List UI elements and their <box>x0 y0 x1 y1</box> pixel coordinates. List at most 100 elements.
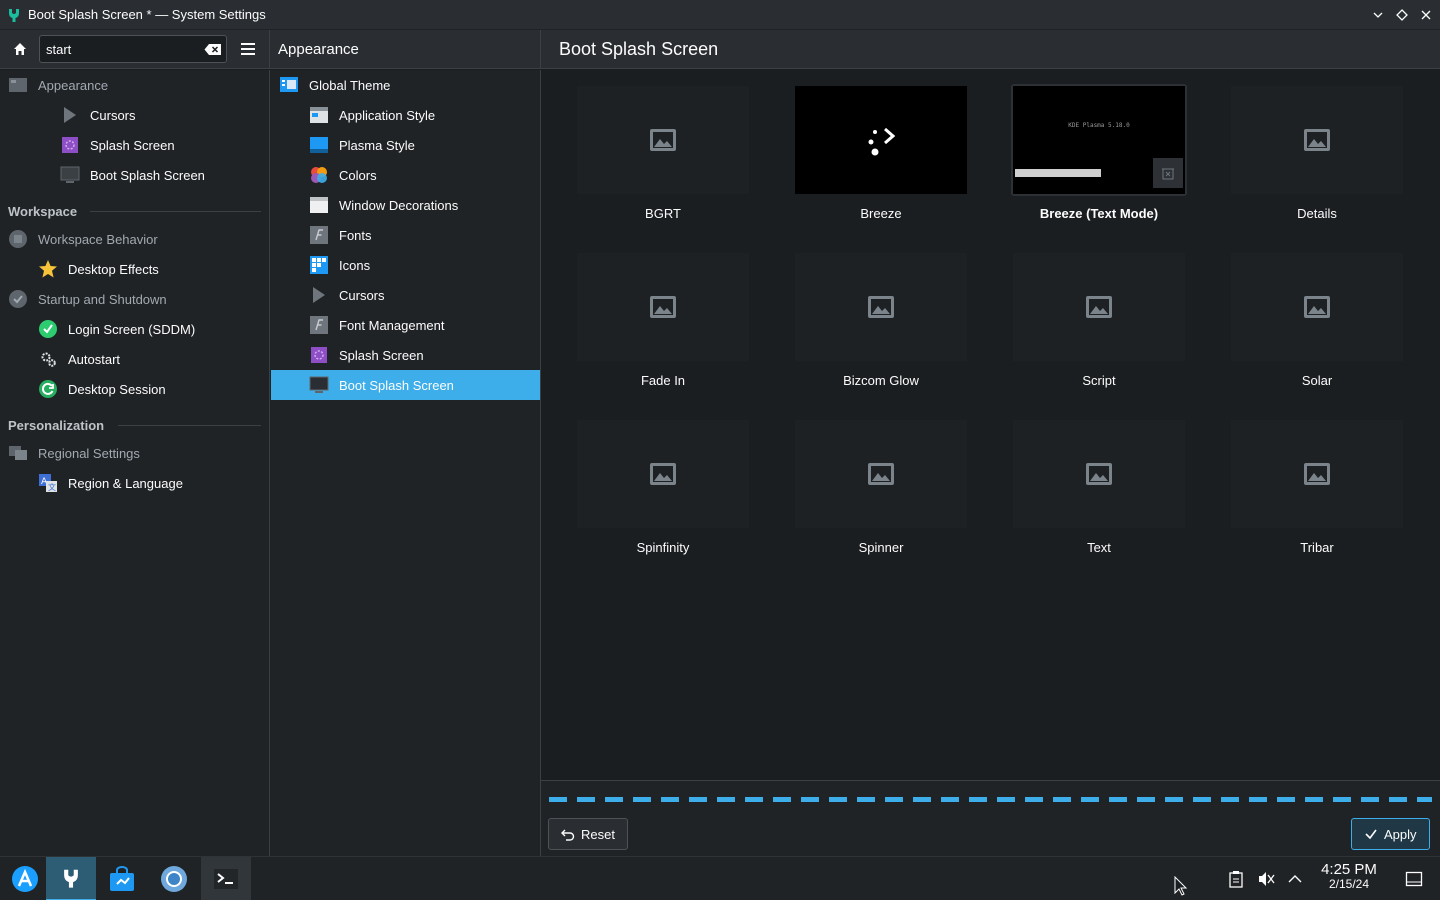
clock-date: 2/15/24 <box>1328 877 1370 891</box>
category-list: Global Theme Application Style Plasma St… <box>270 70 541 856</box>
list-item-label: Fonts <box>339 227 372 243</box>
page-title: Boot Splash Screen <box>559 38 719 59</box>
page-header: Boot Splash Screen <box>541 30 1440 69</box>
theme-tile-bgrt[interactable]: BGRT <box>575 74 751 234</box>
theme-preview <box>1231 86 1403 194</box>
theme-preview <box>795 420 967 528</box>
hamburger-menu-button[interactable] <box>235 36 261 62</box>
startup-shutdown-icon <box>8 289 28 309</box>
list-item-boot-splash-screen[interactable]: Boot Splash Screen <box>271 370 540 400</box>
svg-text:文: 文 <box>48 482 56 492</box>
image-placeholder-icon <box>650 463 676 485</box>
search-field[interactable] <box>39 35 227 63</box>
cursor-icon <box>309 285 329 305</box>
list-item-window-decorations[interactable]: Window Decorations <box>271 190 540 220</box>
list-item-application-style[interactable]: Application Style <box>271 100 540 130</box>
font-icon <box>309 225 329 245</box>
appearance-icon <box>8 75 28 95</box>
theme-tile-spinner[interactable]: Spinner <box>793 408 969 568</box>
sidebar-header <box>0 30 270 69</box>
cursor-icon <box>60 105 80 125</box>
minimize-button[interactable] <box>1370 7 1386 23</box>
sidebar-item-login-screen[interactable]: Login Screen (SDDM) <box>38 314 195 344</box>
volume-muted-icon <box>1259 872 1275 886</box>
list-item-cursors[interactable]: Cursors <box>271 280 540 310</box>
theme-preview <box>1231 253 1403 361</box>
sidebar-item-region-language[interactable]: A文 Region & Language <box>38 468 183 498</box>
theme-tile-details[interactable]: Details <box>1229 74 1405 234</box>
sidebar-item-startup-shutdown[interactable]: Startup and Shutdown <box>8 284 167 314</box>
hamburger-menu-icon <box>241 43 255 55</box>
sidebar-item-cursors[interactable]: Cursors <box>60 100 136 130</box>
search-input[interactable] <box>46 41 196 57</box>
show-hidden-icons-button[interactable] <box>1285 869 1305 889</box>
home-button[interactable] <box>7 36 33 62</box>
theme-tile-script[interactable]: Script <box>1011 241 1187 401</box>
language-icon: A文 <box>38 473 58 493</box>
task-discover[interactable] <box>97 857 147 900</box>
theme-tile-breeze[interactable]: Breeze <box>793 74 969 234</box>
digital-clock[interactable]: 4:25 PM 2/15/24 <box>1312 861 1386 890</box>
image-placeholder-icon <box>1086 296 1112 318</box>
theme-grid: BGRT Breeze KDE Plasma 5.18.0 Breeze (Te… <box>541 70 1440 780</box>
show-desktop-button[interactable] <box>1404 869 1424 889</box>
browser-icon <box>161 866 187 892</box>
taskbar: 4:25 PM 2/15/24 <box>0 856 1440 900</box>
task-chromium[interactable] <box>149 857 199 900</box>
sidebar-item-desktop-effects[interactable]: Desktop Effects <box>38 254 159 284</box>
plasma-style-icon <box>309 135 329 155</box>
theme-preview <box>795 86 967 194</box>
close-button[interactable] <box>1418 7 1434 23</box>
theme-tile-tribar[interactable]: Tribar <box>1229 408 1405 568</box>
login-screen-icon <box>38 319 58 339</box>
gears-icon <box>38 349 58 369</box>
list-item-splash-screen[interactable]: Splash Screen <box>271 340 540 370</box>
undo-icon <box>561 827 575 841</box>
section-divider <box>118 425 261 426</box>
theme-label: Spinfinity <box>636 540 690 555</box>
sidebar-item-splash-screen[interactable]: Splash Screen <box>60 130 175 160</box>
task-system-settings[interactable] <box>46 857 96 900</box>
window-title: Boot Splash Screen * — System Settings <box>28 7 266 22</box>
preview-caption: KDE Plasma 5.18.0 <box>1068 122 1130 129</box>
list-item-label: Icons <box>339 257 371 273</box>
application-launcher-button[interactable] <box>0 857 50 900</box>
theme-label: Bizcom Glow <box>843 373 919 388</box>
theme-preview <box>577 253 749 361</box>
list-item-fonts[interactable]: Fonts <box>271 220 540 250</box>
system-settings-icon <box>9 8 19 22</box>
clear-search-button[interactable] <box>204 42 222 56</box>
busy-indicator <box>549 797 1432 802</box>
apply-button[interactable]: Apply <box>1351 818 1430 850</box>
sidebar-item-regional-settings[interactable]: Regional Settings <box>8 438 140 468</box>
list-item-global-theme[interactable]: Global Theme <box>271 70 540 100</box>
theme-tile-spinfinity[interactable]: Spinfinity <box>575 408 751 568</box>
sidebar-item-boot-splash-screen[interactable]: Boot Splash Screen <box>60 160 205 190</box>
list-item-colors[interactable]: Colors <box>271 160 540 190</box>
theme-label: Script <box>1082 373 1116 388</box>
sidebar-item-autostart[interactable]: Autostart <box>38 344 120 374</box>
task-konsole[interactable] <box>201 857 251 900</box>
chevron-up-icon <box>1288 875 1302 883</box>
sidebar-item-label: Autostart <box>68 351 121 367</box>
list-item-icons[interactable]: Icons <box>271 250 540 280</box>
sidebar-item-label: Desktop Session <box>68 381 166 397</box>
theme-tile-text[interactable]: Text <box>1011 408 1187 568</box>
theme-tile-breeze-text-mode[interactable]: KDE Plasma 5.18.0 Breeze (Text Mode) <box>1011 74 1187 234</box>
breeze-spinner-icon <box>868 127 896 156</box>
theme-tile-fade-in[interactable]: Fade In <box>575 241 751 401</box>
theme-label: Text <box>1087 540 1111 555</box>
theme-tile-solar[interactable]: Solar <box>1229 241 1405 401</box>
theme-tile-bizcom-glow[interactable]: Bizcom Glow <box>793 241 969 401</box>
list-item-font-management[interactable]: Font Management <box>271 310 540 340</box>
reset-button[interactable]: Reset <box>548 818 628 850</box>
maximize-button[interactable] <box>1394 7 1410 23</box>
theme-label: Solar <box>1301 373 1333 388</box>
list-item-plasma-style[interactable]: Plasma Style <box>271 130 540 160</box>
sidebar-item-desktop-session[interactable]: Desktop Session <box>38 374 166 404</box>
sidebar-item-workspace-behavior[interactable]: Workspace Behavior <box>8 224 158 254</box>
sidebar-item-appearance[interactable]: Appearance <box>8 70 108 100</box>
volume-tray-button[interactable] <box>1256 869 1276 889</box>
delete-theme-button[interactable] <box>1153 158 1183 188</box>
clipboard-tray-button[interactable] <box>1226 869 1246 889</box>
